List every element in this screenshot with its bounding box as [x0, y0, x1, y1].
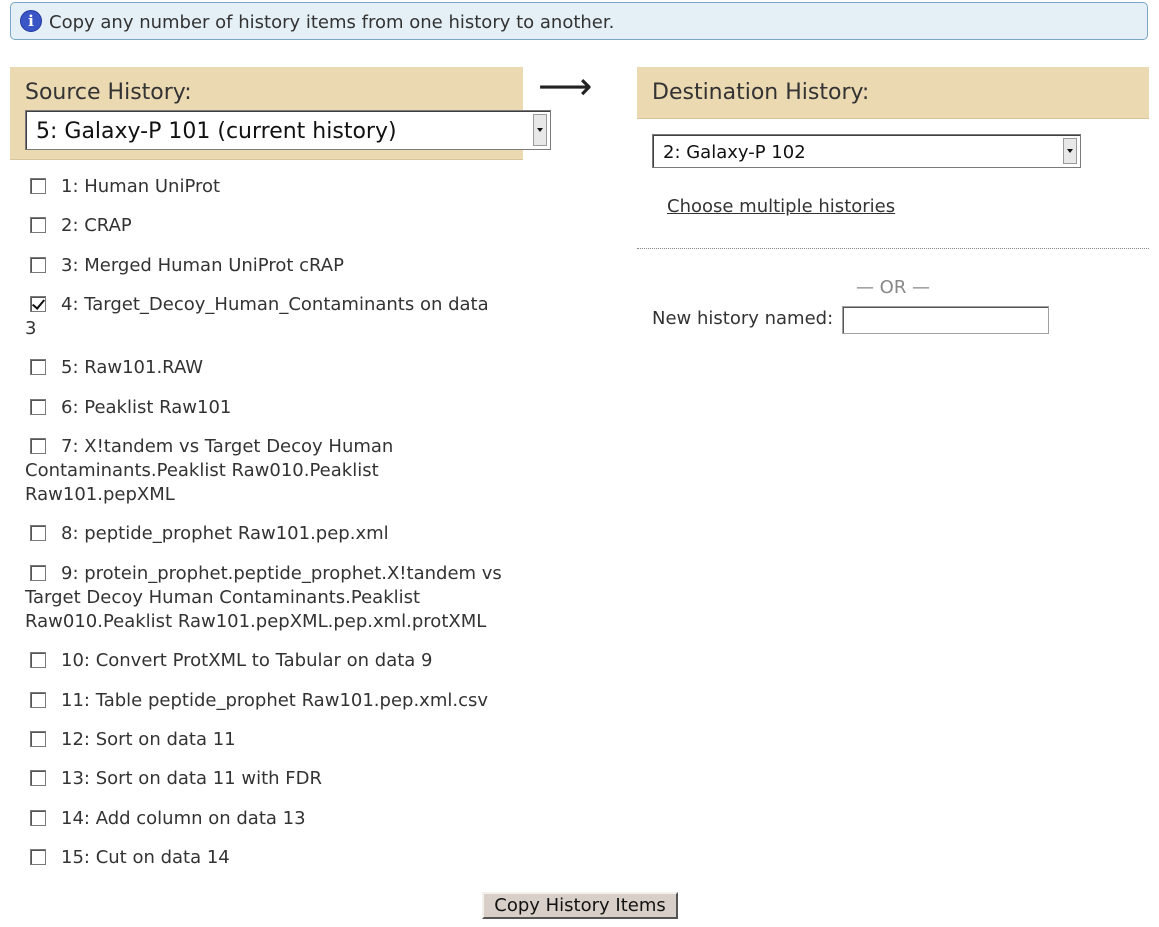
history-item-label: 15: Cut on data 14 — [61, 847, 230, 868]
destination-history-select[interactable]: 2: Galaxy-P 102 — [652, 134, 1081, 168]
history-item-checkbox[interactable] — [30, 217, 46, 233]
info-text: Copy any number of history items from on… — [49, 12, 615, 33]
source-history-select[interactable]: 5: Galaxy-P 101 (current history) — [25, 110, 551, 150]
history-item: 12: Sort on data 11 — [25, 728, 505, 752]
history-item-label: 7: X!tandem vs Target Decoy Human Contam… — [25, 436, 394, 505]
history-item: 13: Sort on data 11 with FDR — [25, 767, 505, 791]
history-item-label: 1: Human UniProt — [61, 176, 221, 197]
history-item-checkbox[interactable] — [30, 565, 46, 581]
history-item-label: 6: Peaklist Raw101 — [61, 397, 232, 418]
history-item: 14: Add column on data 13 — [25, 807, 505, 831]
history-item-label: 5: Raw101.RAW — [61, 357, 204, 378]
chevron-down-icon[interactable] — [1063, 138, 1077, 164]
history-item: 11: Table peptide_prophet Raw101.pep.xml… — [25, 689, 505, 713]
source-history-title: Source History: — [25, 80, 192, 105]
history-item-label: 2: CRAP — [61, 215, 132, 236]
history-item: 9: protein_prophet.peptide_prophet.X!tan… — [25, 562, 505, 634]
history-item: 5: Raw101.RAW — [25, 356, 505, 380]
new-history-label: New history named: — [652, 308, 834, 329]
history-item-label: 8: peptide_prophet Raw101.pep.xml — [61, 523, 389, 544]
history-item: 6: Peaklist Raw101 — [25, 396, 505, 420]
history-item: 1: Human UniProt — [25, 175, 505, 199]
history-item: 4: Target_Decoy_Human_Contaminants on da… — [25, 293, 505, 341]
new-history-name-input[interactable] — [842, 306, 1049, 334]
history-item-label: 13: Sort on data 11 with FDR — [61, 768, 322, 789]
history-item-checkbox[interactable] — [30, 399, 46, 415]
history-item-checkbox[interactable] — [30, 438, 46, 454]
chevron-down-icon[interactable] — [533, 114, 547, 146]
history-item-checkbox[interactable] — [30, 525, 46, 541]
history-item-checkbox[interactable] — [30, 652, 46, 668]
history-item-checkbox[interactable] — [30, 731, 46, 747]
right-arrow-icon: ⟶ — [538, 64, 593, 108]
history-item-checkbox[interactable] — [30, 692, 46, 708]
history-item-label: 9: protein_prophet.peptide_prophet.X!tan… — [25, 563, 502, 632]
history-item-label: 3: Merged Human UniProt cRAP — [61, 255, 344, 276]
destination-history-title: Destination History: — [652, 80, 870, 105]
choose-multiple-histories-link[interactable]: Choose multiple histories — [667, 196, 895, 217]
history-item-checkbox[interactable] — [30, 257, 46, 273]
history-item: 10: Convert ProtXML to Tabular on data 9 — [25, 649, 505, 673]
history-item-label: 14: Add column on data 13 — [61, 808, 306, 829]
history-item: 2: CRAP — [25, 214, 505, 238]
history-item: 7: X!tandem vs Target Decoy Human Contam… — [25, 435, 505, 507]
destination-history-selected: 2: Galaxy-P 102 — [663, 142, 806, 163]
history-item: 15: Cut on data 14 — [25, 846, 505, 870]
info-icon: i — [20, 10, 42, 32]
history-item-checkbox[interactable] — [30, 770, 46, 786]
history-item-label: 10: Convert ProtXML to Tabular on data 9 — [61, 650, 433, 671]
history-item-label: 4: Target_Decoy_Human_Contaminants on da… — [25, 294, 489, 339]
destination-history-header: Destination History: — [637, 67, 1149, 119]
history-item-checkbox[interactable] — [30, 359, 46, 375]
history-item-checkbox[interactable] — [30, 810, 46, 826]
or-separator: — OR — — [855, 277, 931, 298]
info-message: i Copy any number of history items from … — [10, 2, 1148, 40]
history-item-checkbox[interactable] — [30, 178, 46, 194]
history-item-checkbox[interactable] — [30, 296, 46, 312]
source-history-selected: 5: Galaxy-P 101 (current history) — [36, 119, 397, 144]
history-item: 3: Merged Human UniProt cRAP — [25, 254, 505, 278]
history-item: 8: peptide_prophet Raw101.pep.xml — [25, 522, 505, 546]
history-item-checkbox[interactable] — [30, 849, 46, 865]
copy-history-items-button[interactable]: Copy History Items — [482, 892, 678, 919]
history-item-label: 11: Table peptide_prophet Raw101.pep.xml… — [61, 690, 488, 711]
divider — [637, 248, 1149, 249]
history-item-label: 12: Sort on data 11 — [61, 729, 236, 750]
